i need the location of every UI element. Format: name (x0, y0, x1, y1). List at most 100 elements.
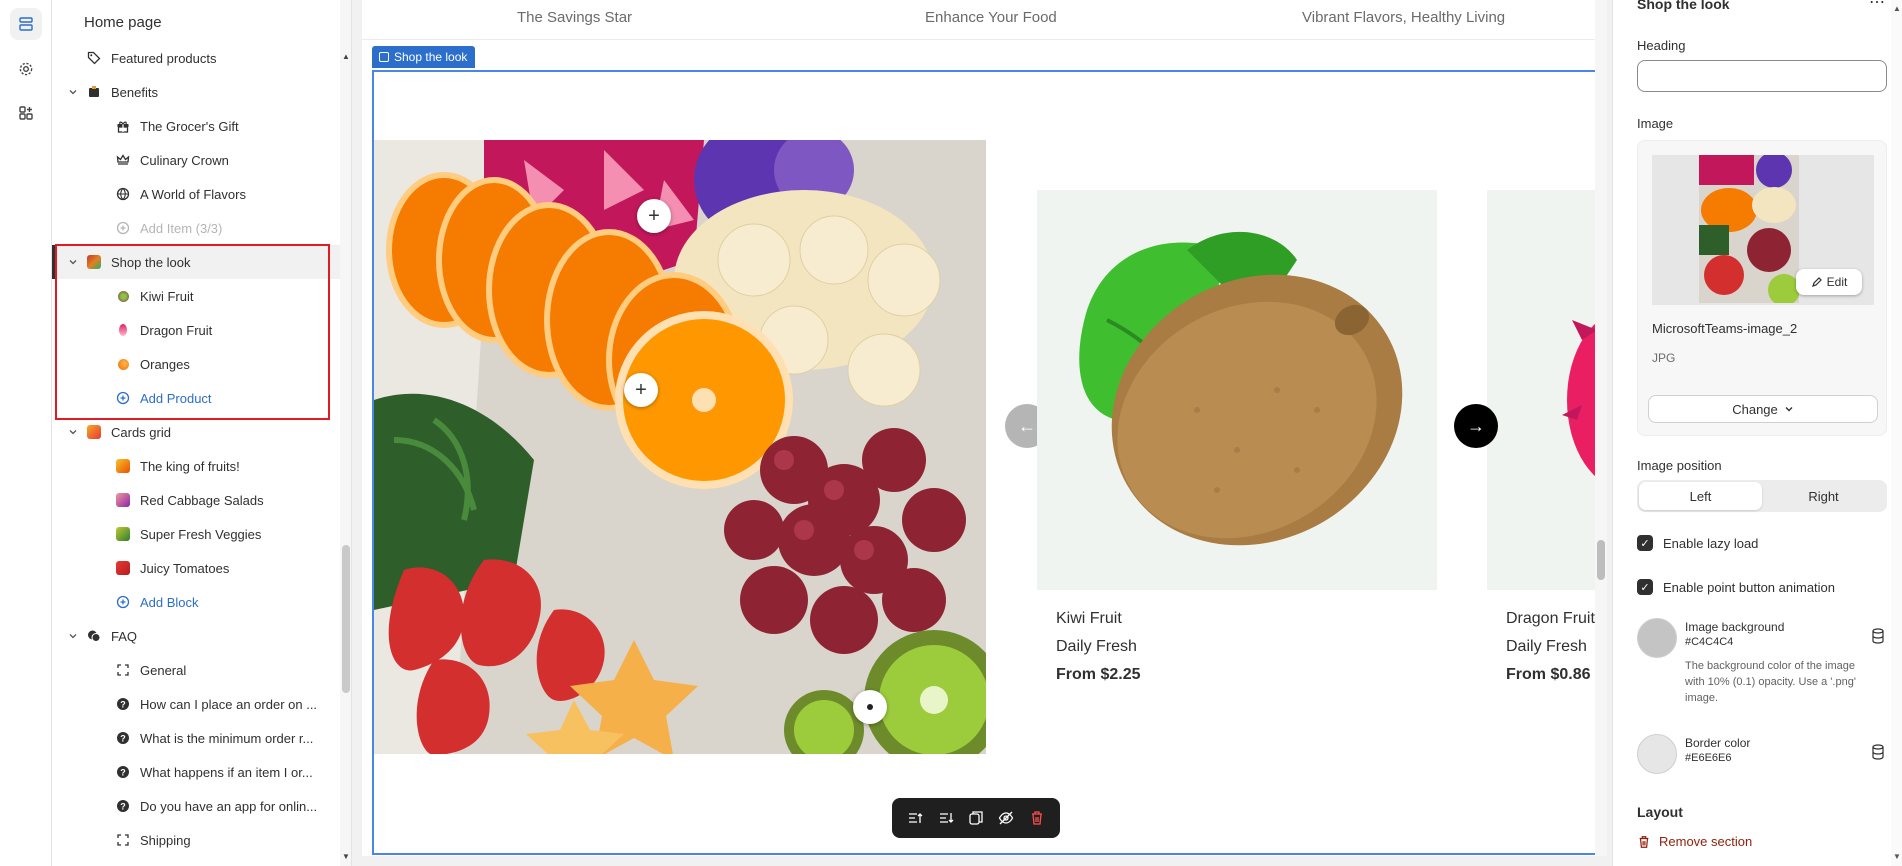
product-image-kiwi[interactable] (1037, 190, 1437, 590)
chevron-down-icon[interactable] (68, 87, 78, 97)
plus-circle-icon (115, 594, 131, 610)
scroll-down-arrow-icon[interactable]: ▼ (342, 852, 350, 861)
tree-item-label: Oranges (140, 357, 190, 372)
product-price: From $2.25 (1056, 666, 1141, 683)
tree-item-label: Culinary Crown (140, 153, 229, 168)
tree-item-label: Benefits (111, 85, 158, 100)
apps-icon[interactable] (10, 97, 42, 129)
trash-icon (1639, 835, 1649, 848)
gift-icon (115, 118, 131, 134)
kiwi-product-icon (115, 288, 131, 304)
more-options-icon[interactable]: ⋯ (1869, 0, 1885, 12)
product-image-dragon-fruit[interactable] (1487, 190, 1600, 590)
settings-gear-icon[interactable] (10, 53, 42, 85)
question-circle-icon: ? (115, 764, 131, 780)
benefits-strip: The Savings Star Enhance Your Food Vibra… (362, 0, 1602, 40)
scrollbar-thumb[interactable] (342, 545, 350, 693)
tree-item-label: Red Cabbage Salads (140, 493, 264, 508)
border-color-swatch[interactable] (1637, 734, 1677, 774)
image-thumbnail[interactable] (1699, 155, 1799, 303)
add-block-button[interactable]: Add Block (52, 585, 340, 619)
section-label-tag[interactable]: Shop the look (372, 46, 476, 68)
hotspot-plus-button[interactable]: + (637, 199, 671, 233)
duplicate-icon[interactable] (965, 807, 987, 829)
database-icon[interactable] (1871, 628, 1885, 644)
color-name: Image background (1685, 620, 1785, 634)
tree-item-shipping[interactable]: Shipping (52, 823, 340, 857)
scroll-up-arrow-icon[interactable]: ▲ (1893, 4, 1901, 13)
tree-item-red-cabbage-salads[interactable]: Red Cabbage Salads (52, 483, 340, 517)
move-up-icon[interactable] (904, 807, 926, 829)
delete-trash-icon[interactable] (1026, 807, 1048, 829)
tree-item-label: Super Fresh Veggies (140, 527, 262, 542)
remove-section-button[interactable]: Remove section (1637, 834, 1752, 849)
section-toolbar (892, 798, 1060, 838)
hotspot-active-button[interactable] (853, 690, 887, 724)
layout-heading: Layout (1637, 804, 1683, 820)
tree-item-kiwi-fruit[interactable]: Kiwi Fruit (52, 279, 340, 313)
fruit-platter-thumbnail (1699, 155, 1799, 303)
tree-item-grocers-gift[interactable]: The Grocer's Gift (52, 109, 340, 143)
tree-item-faq-question[interactable]: ? What is the minimum order r... (52, 721, 340, 755)
lazy-load-checkbox-row[interactable]: ✓ Enable lazy load (1637, 533, 1758, 553)
tree-item-faq-question[interactable]: ? Do you have an app for onlin... (52, 789, 340, 823)
checkbox-checked-icon[interactable]: ✓ (1637, 579, 1653, 595)
question-circle-icon: ? (115, 798, 131, 814)
benefit-text: The Savings Star (517, 9, 633, 26)
position-left-option[interactable]: Left (1639, 482, 1762, 510)
settings-scrollbar[interactable]: ▲ ▼ (1891, 0, 1902, 866)
tree-item-world-of-flavors[interactable]: A World of Flavors (52, 177, 340, 211)
orange-product-icon (115, 356, 131, 372)
preview-scrollbar[interactable] (1595, 0, 1607, 856)
tag-icon (86, 50, 102, 66)
hotspot-plus-button[interactable]: + (624, 373, 658, 407)
tree-item-faq[interactable]: FAQ (52, 619, 340, 653)
tree-item-juicy-tomatoes[interactable]: Juicy Tomatoes (52, 551, 340, 585)
tree-item-culinary-crown[interactable]: Culinary Crown (52, 143, 340, 177)
image-file-name: MicrosoftTeams-image_2 (1652, 321, 1798, 336)
tree-item-faq-question[interactable]: ? What happens if an item I or... (52, 755, 340, 789)
product-name[interactable]: Dragon Fruit (1506, 610, 1595, 628)
globe-icon (115, 186, 131, 202)
scroll-up-arrow-icon[interactable]: ▲ (342, 52, 350, 61)
tree-item-general[interactable]: General (52, 653, 340, 687)
position-right-option[interactable]: Right (1762, 482, 1885, 510)
tree-item-king-of-fruits[interactable]: The king of fruits! (52, 449, 340, 483)
tree-item-cards-grid[interactable]: Cards grid (52, 415, 340, 449)
add-product-button[interactable]: Add Product (52, 381, 340, 415)
scroll-down-arrow-icon[interactable]: ▼ (1893, 852, 1901, 861)
chevron-down-icon[interactable] (68, 631, 78, 641)
chevron-down-icon[interactable] (68, 427, 78, 437)
checkbox-checked-icon[interactable]: ✓ (1637, 535, 1653, 551)
tree-item-benefits[interactable]: Benefits (52, 75, 340, 109)
tree-item-label: Add Item (3/3) (140, 221, 223, 236)
edit-image-button[interactable]: Edit (1796, 269, 1862, 295)
scrollbar-thumb[interactable] (1597, 540, 1605, 580)
carousel-next-button[interactable]: → (1454, 404, 1498, 448)
change-image-button[interactable]: Change (1648, 395, 1878, 423)
tree-item-shop-the-look[interactable]: Shop the look (52, 245, 340, 279)
tree-item-oranges[interactable]: Oranges (52, 347, 340, 381)
tree-item-label: Add Product (140, 391, 212, 406)
product-name[interactable]: Kiwi Fruit (1056, 610, 1122, 628)
point-animation-checkbox-row[interactable]: ✓ Enable point button animation (1637, 577, 1835, 597)
chevron-down-icon[interactable] (68, 257, 78, 267)
hide-eye-icon[interactable] (995, 807, 1017, 829)
plus-circle-icon (115, 220, 131, 236)
section-tag-label: Shop the look (394, 50, 468, 64)
sections-icon[interactable] (10, 8, 42, 40)
add-item-button[interactable]: Add Item (3/3) (52, 211, 340, 245)
move-down-icon[interactable] (935, 807, 957, 829)
tree-item-label: What happens if an item I or... (140, 765, 313, 780)
image-background-swatch[interactable] (1637, 618, 1677, 658)
tree-item-super-fresh-veggies[interactable]: Super Fresh Veggies (52, 517, 340, 551)
tree-item-faq-question[interactable]: ? How can I place an order on ... (52, 687, 340, 721)
product-subtitle: Daily Fresh (1056, 638, 1137, 655)
settings-title: Shop the look (1637, 0, 1730, 12)
heading-input[interactable] (1637, 60, 1887, 92)
tree-scrollbar[interactable]: ▲ ▼ (340, 0, 351, 866)
card-thumbnail-icon (115, 526, 131, 542)
tree-item-dragon-fruit[interactable]: Dragon Fruit (52, 313, 340, 347)
tree-item-featured-products[interactable]: Featured products (52, 41, 340, 75)
database-icon[interactable] (1871, 744, 1885, 760)
